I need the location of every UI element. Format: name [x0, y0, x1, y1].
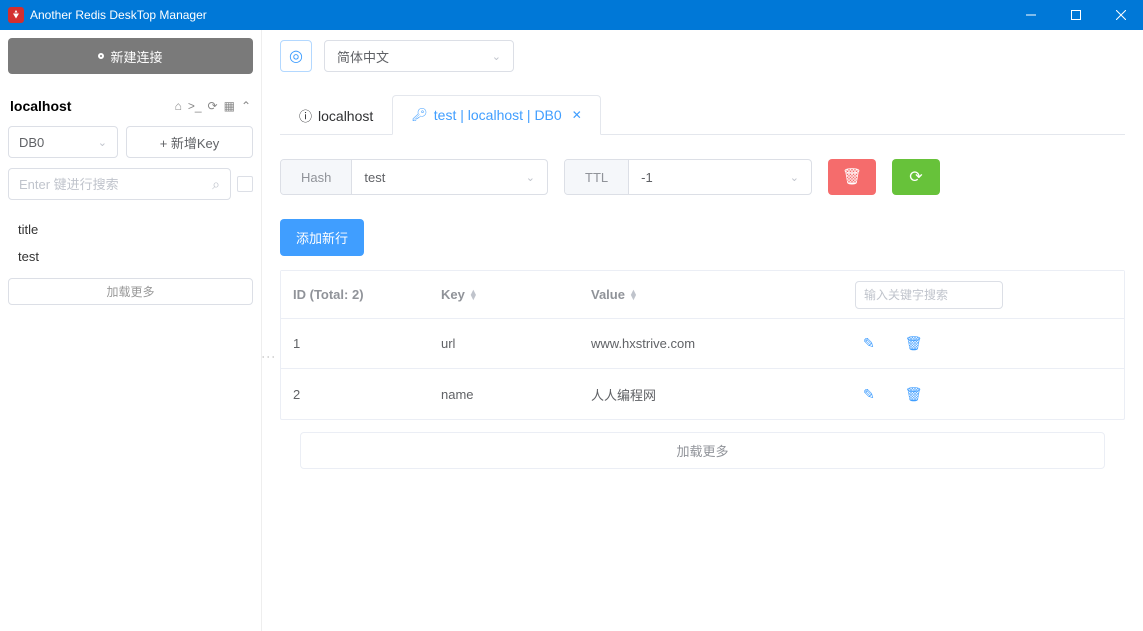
key-type-label: Hash [281, 160, 352, 194]
delete-icon[interactable]: 🗑︎ [905, 386, 923, 403]
key-icon: 🔑︎ [411, 107, 428, 123]
app-logo [8, 7, 24, 23]
settings-button[interactable]: ◎ [280, 40, 312, 72]
search-icon[interactable]: ⌕ [212, 176, 220, 193]
delete-key-button[interactable]: 🗑︎ [828, 159, 876, 195]
table-row: 2 name 人人编程网 ✎ 🗑︎ [281, 369, 1124, 419]
load-more-button[interactable]: 加载更多 [300, 432, 1105, 469]
tab-label: test | localhost | DB0 [434, 107, 562, 123]
titlebar: Another Redis DeskTop Manager [0, 0, 1143, 30]
key-header[interactable]: Key ▲▼ [429, 287, 579, 302]
id-header[interactable]: ID (Total: 2) [281, 287, 429, 302]
ttl-label: TTL [565, 160, 629, 194]
cell-id: 1 [281, 336, 429, 351]
table-header: ID (Total: 2) Key ▲▼ Value ▲▼ [281, 271, 1124, 319]
hash-table: ID (Total: 2) Key ▲▼ Value ▲▼ 1 url www.… [280, 270, 1125, 420]
ttl-input[interactable]: -1 ⌄ [629, 160, 811, 194]
tab-localhost[interactable]: ⓘ localhost [280, 95, 392, 135]
cell-value: 人人编程网 [579, 385, 843, 404]
language-select[interactable]: 简体中文 ⌄ [324, 40, 514, 72]
maximize-button[interactable] [1053, 0, 1098, 30]
trash-icon: 🗑︎ [842, 167, 862, 187]
key-list: title test [8, 216, 253, 270]
new-connection-button[interactable]: 新建连接 [8, 38, 253, 74]
info-icon: ⓘ [299, 106, 312, 125]
new-key-button[interactable]: + 新增Key [126, 126, 253, 158]
plus-icon [98, 53, 104, 59]
terminal-icon[interactable]: >_ [188, 99, 202, 113]
db-select-value: DB0 [19, 135, 44, 150]
tab-label: localhost [318, 108, 373, 124]
exact-match-checkbox[interactable] [237, 176, 253, 192]
refresh-icon: ⟳ [909, 167, 922, 187]
add-row-button[interactable]: 添加新行 [280, 219, 364, 256]
cell-value: www.hxstrive.com [579, 336, 843, 351]
language-value: 简体中文 [337, 47, 389, 66]
refresh-key-button[interactable]: ⟳ [892, 159, 940, 195]
ttl-group: TTL -1 ⌄ [564, 159, 812, 195]
key-name-value: test [364, 170, 385, 185]
table-search-input[interactable] [855, 281, 1003, 309]
search-header [843, 281, 1124, 309]
resize-handle[interactable]: ⋮ [261, 350, 277, 364]
key-name-input[interactable]: test ⌄ [352, 160, 547, 194]
key-type-group: Hash test ⌄ [280, 159, 548, 195]
tabs: ⓘ localhost 🔑︎ test | localhost | DB0 ✕ [280, 94, 1125, 135]
minimize-button[interactable] [1008, 0, 1053, 30]
db-select[interactable]: DB0 ⌄ [8, 126, 118, 158]
collapse-icon[interactable]: ⌃ [241, 99, 251, 113]
target-icon: ◎ [289, 46, 303, 66]
chevron-down-icon: ⌄ [492, 50, 501, 63]
chevron-down-icon: ⌄ [98, 136, 107, 149]
chevron-down-icon: ⌄ [526, 171, 535, 184]
tab-key-test[interactable]: 🔑︎ test | localhost | DB0 ✕ [392, 95, 600, 135]
delete-icon[interactable]: 🗑︎ [905, 335, 923, 352]
grid-icon[interactable]: ▦ [224, 99, 235, 113]
add-row-label: 添加新行 [296, 231, 348, 246]
value-header[interactable]: Value ▲▼ [579, 287, 843, 302]
key-item[interactable]: test [8, 243, 253, 270]
refresh-icon[interactable]: ⟳ [208, 99, 218, 113]
sort-icon[interactable]: ▲▼ [469, 290, 478, 300]
cell-key: name [429, 387, 579, 402]
connection-name: localhost [10, 98, 175, 114]
key-item[interactable]: title [8, 216, 253, 243]
close-button[interactable] [1098, 0, 1143, 30]
sidebar: 新建连接 localhost ⌂ >_ ⟳ ▦ ⌃ DB0 ⌄ + 新增Key [0, 30, 262, 631]
ttl-value: -1 [641, 170, 653, 185]
new-key-label: + 新增Key [160, 133, 220, 152]
sort-icon[interactable]: ▲▼ [629, 290, 638, 300]
table-row: 1 url www.hxstrive.com ✎ 🗑︎ [281, 319, 1124, 369]
main-panel: ⋮ ◎ 简体中文 ⌄ ⓘ localhost 🔑︎ test | localho… [262, 30, 1143, 631]
tab-close-icon[interactable]: ✕ [572, 108, 582, 122]
window-title: Another Redis DeskTop Manager [30, 8, 1008, 22]
edit-icon[interactable]: ✎ [863, 335, 875, 352]
chevron-down-icon: ⌄ [790, 171, 799, 184]
cell-key: url [429, 336, 579, 351]
new-connection-label: 新建连接 [110, 47, 162, 66]
search-box[interactable]: ⌕ [8, 168, 231, 200]
load-more-button[interactable]: 加载更多 [8, 278, 253, 305]
edit-icon[interactable]: ✎ [863, 386, 875, 403]
home-icon[interactable]: ⌂ [175, 99, 182, 113]
cell-id: 2 [281, 387, 429, 402]
search-input[interactable] [19, 177, 212, 192]
connection-header[interactable]: localhost ⌂ >_ ⟳ ▦ ⌃ [8, 98, 253, 114]
